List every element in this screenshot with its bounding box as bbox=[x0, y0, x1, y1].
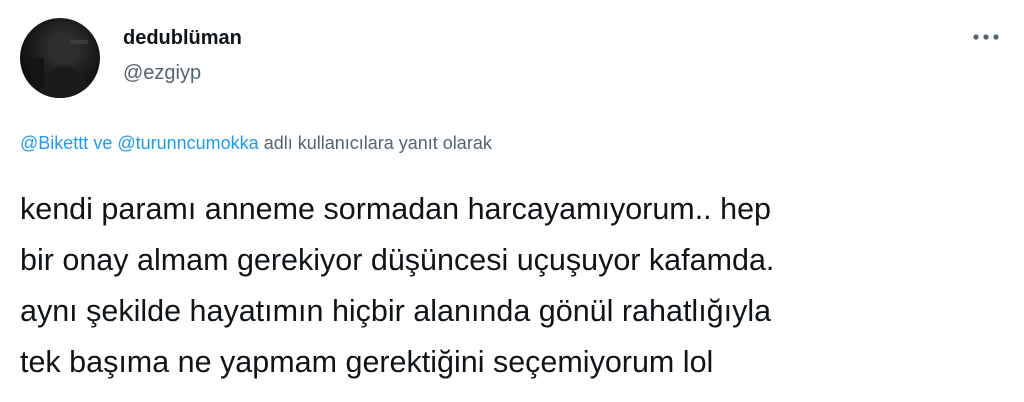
tweet-text: kendi paramı anneme sormadan harcayamıyo… bbox=[20, 184, 1010, 388]
avatar[interactable] bbox=[20, 18, 100, 98]
user-handle[interactable]: @ezgiyp bbox=[123, 62, 201, 85]
reply-mention-link[interactable]: @Bikettt bbox=[20, 133, 88, 153]
more-horizontal-icon bbox=[973, 34, 999, 40]
tweet-card: dedublüman @ezgiyp @Bikettt ve @turunncu… bbox=[0, 0, 1024, 402]
tweet-text-line: kendi paramı anneme sormadan harcayamıyo… bbox=[20, 192, 772, 226]
tweet-text-line: bir onay almam gerekiyor düşüncesi uçuşu… bbox=[20, 243, 775, 277]
reply-mention-link[interactable]: @turunncumokka bbox=[117, 133, 258, 153]
reply-context: @Bikettt ve @turunncumokka adlı kullanıc… bbox=[20, 133, 492, 154]
reply-context-label: adlı kullanıcılara yanıt olarak bbox=[263, 133, 492, 153]
more-options-button[interactable] bbox=[966, 22, 1006, 52]
reply-connector: ve bbox=[93, 133, 113, 153]
tweet-text-line: tek başıma ne yapmam gerektiğini seçemiy… bbox=[20, 345, 714, 379]
profile-photo-icon bbox=[28, 35, 90, 98]
display-name[interactable]: dedublüman bbox=[123, 27, 242, 50]
tweet-text-line: aynı şekilde hayatımın hiçbir alanında g… bbox=[20, 294, 772, 328]
